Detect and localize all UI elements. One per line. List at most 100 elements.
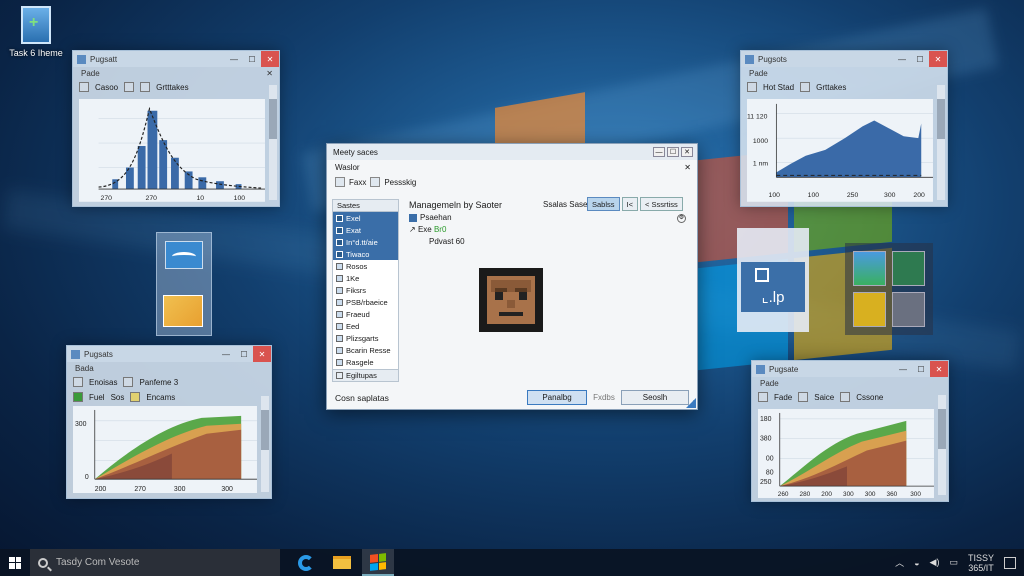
notification-icon[interactable] [1004,556,1016,569]
maximize-button[interactable]: ☐ [235,346,253,362]
title-bar[interactable]: Pugsatt — ☐ ✕ [73,51,279,67]
close-icon[interactable]: ✕ [266,69,273,78]
taskbar: Tasdy Com Vesote ︿ ◒ ◀) ▭ TISSY 365/IT [0,549,1024,576]
main-dialog[interactable]: Meety saces — ☐ ✕ Waslor ✕ Faxx Pessskig… [326,143,698,410]
chart-icon[interactable] [800,82,811,92]
list-item[interactable]: In°d.tt/aie [333,236,398,248]
close-button[interactable]: ✕ [681,147,693,157]
chart-window-top-left[interactable]: Pugsatt — ☐ ✕ Pade ✕ Casoo Grtttakes 270… [72,50,280,207]
prev-button[interactable]: I< [621,197,638,211]
chart-icon[interactable] [124,82,135,92]
search-input[interactable]: Tasdy Com Vesote [56,557,139,568]
app-tile-grid[interactable] [845,243,933,335]
minimize-button[interactable]: — [225,51,243,67]
list-item-label: Fraeud [346,309,370,319]
list-item[interactable]: Exel [333,212,398,224]
menu-item[interactable]: Pade [81,69,100,78]
tree-view[interactable]: Psaehan ↗ Exe Br0 Pdvast 60 [409,212,465,248]
chart-window-bottom-left[interactable]: Pugsats — ☐ ✕ Bada Enoisas Panfeme 3 Fue… [66,345,272,499]
maximize-button[interactable]: ☐ [243,51,261,67]
system-tray: ︿ ◒ ◀) ▭ TISSY 365/IT [895,553,1024,573]
list-item[interactable]: Fiksrs [333,284,398,296]
checkbox[interactable] [73,377,83,387]
close-button[interactable]: ✕ [930,361,948,377]
menu-item[interactable]: Pade [749,69,768,78]
chart-icon[interactable] [140,82,151,92]
settings-icon[interactable]: ⚙ [677,214,686,223]
primary-button[interactable]: Panalbg [527,390,587,405]
list-item[interactable]: Tiwaco [333,248,398,260]
chart-icon[interactable] [123,377,134,387]
list-item[interactable]: Fraeud [333,308,398,320]
maximize-button[interactable]: ☐ [912,361,930,377]
dialog-title-bar[interactable]: Meety saces — ☐ ✕ [327,144,697,160]
chart-icon[interactable] [840,392,851,402]
taskbar-search[interactable]: Tasdy Com Vesote [30,549,280,576]
close-icon[interactable]: ✕ [684,163,691,172]
list-footer[interactable]: Egiltupas [333,369,398,381]
list-item[interactable]: 1Ke [333,272,398,284]
settings-icon[interactable] [370,177,381,187]
scrollbar[interactable] [938,395,946,495]
close-button[interactable]: ✕ [261,51,279,67]
menu-item[interactable]: Bada [75,364,94,373]
app-tile-stack[interactable] [156,232,212,336]
desktop-icon[interactable]: Task 6 Iheme [4,6,68,58]
chart-icon[interactable] [798,392,809,402]
toolbar-item[interactable]: Pessskig [384,178,416,187]
tree-item[interactable]: ↗ Exe Br0 [409,224,465,236]
taskbar-app-explorer[interactable] [326,549,358,576]
list-item[interactable]: Exat [333,224,398,236]
minimize-button[interactable]: — [893,51,911,67]
tree-item[interactable]: Pdvast 60 [409,236,465,248]
close-button[interactable]: ✕ [929,51,947,67]
title-bar[interactable]: Pugsats — ☐ ✕ [67,346,271,362]
taskbar-app-windows[interactable] [362,549,394,576]
start-button[interactable] [0,549,30,576]
secondary-button[interactable]: Seoslh [621,390,689,405]
volume-icon[interactable]: ◀) [930,557,940,568]
list-item[interactable]: Rosos [333,260,398,272]
checkbox[interactable] [79,82,89,92]
network-icon[interactable]: ◒ [914,558,919,568]
scrollbar[interactable] [937,85,945,200]
checkbox[interactable] [758,392,768,402]
maximize-button[interactable]: ☐ [911,51,929,67]
minimize-button[interactable]: — [894,361,912,377]
histogram-chart: 270 270 10 100 [79,99,265,202]
checkbox[interactable] [73,392,83,402]
list-item[interactable]: PSB/rbaeice [333,296,398,308]
list-item[interactable]: Rasgele [333,356,398,368]
title-bar[interactable]: Pugsots — ☐ ✕ [741,51,947,67]
axis-tick: 260 [778,491,789,498]
resize-handle[interactable] [686,398,696,408]
chart-window-bottom-right[interactable]: Pugsate — ☐ ✕ Pade Fade Saice Cssone 180… [751,360,949,502]
scrollbar[interactable] [269,85,277,200]
chevron-up-icon[interactable]: ︿ [895,556,904,569]
sidebar-list[interactable]: Sastes Exel Exat In°d.tt/aie Tiwaco Rosos 1Ke… [332,199,399,382]
minimize-button[interactable]: — [217,346,235,362]
clock[interactable]: TISSY 365/IT [968,553,994,573]
list-item[interactable]: Bcarin Resse [333,344,398,356]
legend-swatch [130,392,141,402]
chart-window-top-right[interactable]: Pugsots — ☐ ✕ Pade Hot Stad Grttakes 11 … [740,50,948,207]
list-item[interactable]: Plizsgarts [333,332,398,344]
close-button[interactable]: ✕ [253,346,271,362]
menu-item[interactable]: Pade [760,379,779,388]
sort-button[interactable]: Sablss [587,197,620,211]
maximize-button[interactable]: ☐ [667,147,679,157]
status-text: Cosn saplatas [335,393,389,403]
scrollbar[interactable] [261,396,269,492]
list-item[interactable]: Eed [333,320,398,332]
checkbox[interactable] [747,82,757,92]
filter-button[interactable]: < Sssrtiss [639,197,683,211]
toolbar-item[interactable]: Faxx [349,178,366,187]
app-tile[interactable]: ⌞.lp [737,228,809,332]
taskbar-app-edge[interactable] [290,549,322,576]
tree-item[interactable]: Psaehan [409,212,465,224]
minimize-button[interactable]: — [653,147,665,157]
title-bar[interactable]: Pugsate — ☐ ✕ [752,361,948,377]
file-icon[interactable] [335,177,345,187]
battery-icon[interactable]: ▭ [949,557,958,568]
app-icon [77,54,86,64]
